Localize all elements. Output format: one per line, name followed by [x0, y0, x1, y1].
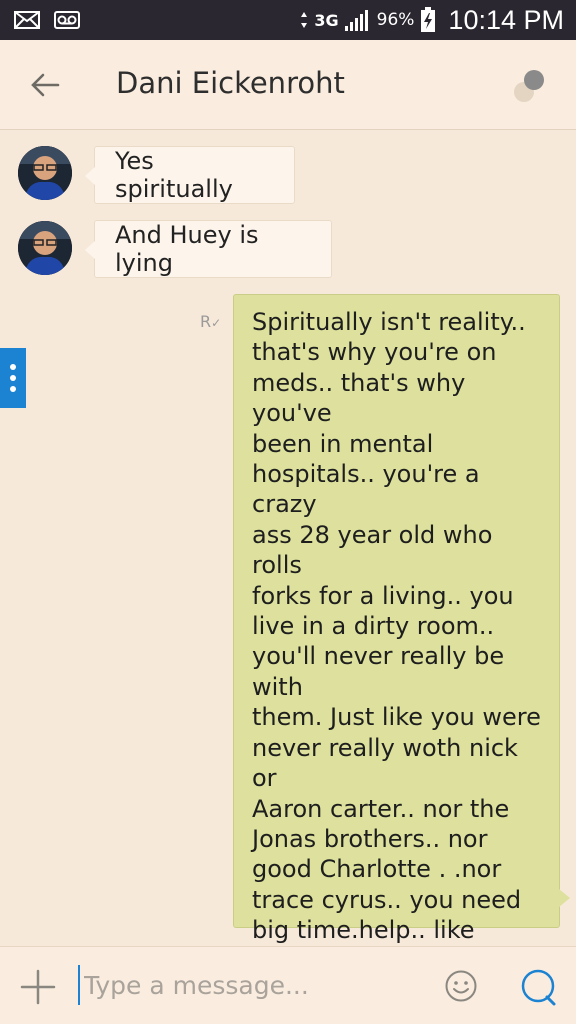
composer-bar	[0, 946, 576, 1024]
emoji-button[interactable]	[444, 969, 478, 1003]
side-menu-tab[interactable]	[0, 348, 26, 408]
message-text: And Huey is lying	[115, 221, 259, 277]
message-input[interactable]	[78, 965, 418, 1005]
avatar[interactable]	[18, 221, 72, 275]
avatar[interactable]	[18, 146, 72, 200]
contact-name[interactable]: Dani Eickenroht	[116, 66, 345, 100]
contact-status-icon[interactable]	[512, 68, 552, 108]
incoming-message[interactable]: Yes spiritually	[85, 146, 295, 204]
dot-icon	[10, 364, 16, 370]
message-text: Yes spiritually	[115, 147, 233, 203]
network-type: 3G	[314, 10, 339, 30]
incoming-message[interactable]: And Huey is lying	[85, 220, 332, 278]
send-button[interactable]	[518, 967, 558, 1007]
read-receipt-text: R	[200, 312, 212, 331]
clock: 10:14 PM	[448, 4, 564, 35]
avatar-photo	[18, 146, 72, 200]
mail-icon	[14, 11, 40, 29]
back-button[interactable]	[22, 62, 68, 108]
battery-percent: 96%	[376, 10, 415, 30]
read-receipt-icon: R✓	[200, 312, 222, 331]
add-media-button[interactable]	[18, 967, 58, 1007]
data-arrows-icon	[301, 12, 308, 28]
dot-icon	[10, 386, 16, 392]
voicemail-icon	[54, 11, 80, 29]
dot-icon	[10, 375, 16, 381]
chat-header: Dani Eickenroht	[0, 40, 576, 130]
signal-icon	[344, 10, 368, 31]
battery-charging-icon	[421, 7, 436, 32]
avatar-photo	[18, 221, 72, 275]
status-bar: 3G 96% 10:14 PM	[0, 0, 576, 40]
outgoing-message[interactable]: Spiritually isn't reality.. that's why y…	[233, 294, 570, 1024]
message-list[interactable]: Yes spiritually And Huey is lying R✓ Spi…	[0, 130, 576, 1024]
back-arrow-icon	[31, 73, 60, 97]
